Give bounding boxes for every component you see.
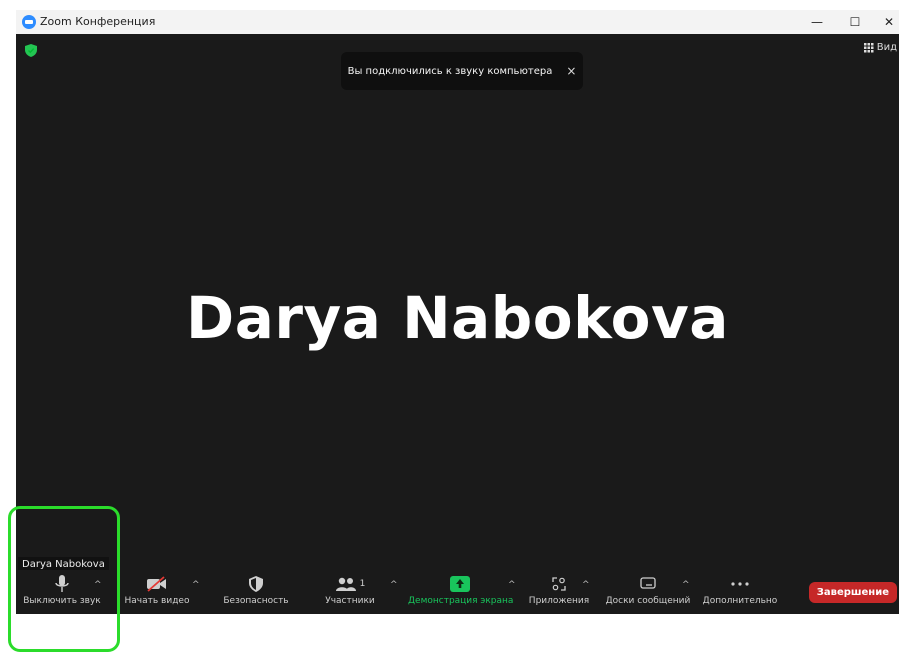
toast-close-button[interactable]: × [566, 64, 576, 78]
start-video-button[interactable]: Начать видео [122, 574, 192, 606]
share-screen-label: Демонстрация экрана [408, 596, 514, 606]
participants-button[interactable]: 1 Участники [320, 574, 380, 606]
participants-label: Участники [325, 596, 375, 606]
window-titlebar: Zoom Конференция — ☐ ✕ [16, 10, 899, 34]
close-button[interactable]: ✕ [868, 10, 899, 34]
apps-button[interactable]: Приложения [528, 574, 590, 606]
view-label: Вид [876, 42, 897, 53]
mute-label: Выключить звук [23, 596, 101, 606]
end-meeting-button[interactable]: Завершение [808, 582, 897, 603]
whiteboards-options-caret[interactable]: ^ [682, 580, 690, 590]
apps-icon [552, 577, 566, 591]
apps-label: Приложения [528, 596, 590, 606]
apps-options-caret[interactable]: ^ [582, 580, 590, 590]
video-options-caret[interactable]: ^ [192, 580, 200, 590]
share-screen-icon [450, 576, 470, 592]
meeting-toolbar: Выключить звук ^ Начать видео ^ Безопасн… [16, 570, 899, 614]
participant-name-display: Darya Nabokova [186, 284, 729, 352]
minimize-button[interactable]: — [796, 10, 838, 34]
audio-options-caret[interactable]: ^ [94, 580, 102, 590]
view-button[interactable]: Вид [863, 42, 897, 53]
more-label: Дополнительно [702, 596, 778, 606]
participants-icon [335, 577, 356, 591]
video-off-icon [147, 576, 166, 592]
whiteboard-icon [640, 577, 656, 589]
audio-connected-toast: Вы подключились к звуку компьютера × [341, 52, 583, 90]
participants-options-caret[interactable]: ^ [390, 580, 398, 590]
grid-icon [863, 42, 874, 52]
meeting-stage: Вид Вы подключились к звуку компьютера ×… [16, 34, 899, 580]
security-button[interactable]: Безопасность [214, 574, 298, 606]
start-video-label: Начать видео [124, 596, 190, 606]
mute-button[interactable]: Выключить звук [22, 574, 102, 606]
whiteboards-label: Доски сообщений [605, 596, 691, 606]
security-shield-icon [249, 576, 263, 592]
window-title: Zoom Конференция [40, 15, 156, 28]
more-dots-icon [731, 582, 749, 586]
toast-text: Вы подключились к звуку компьютера [347, 65, 553, 77]
microphone-icon [55, 575, 69, 592]
whiteboards-button[interactable]: Доски сообщений [602, 574, 694, 606]
security-label: Безопасность [223, 596, 289, 606]
zoom-logo-icon [22, 15, 36, 29]
share-screen-button[interactable]: Демонстрация экрана [408, 574, 514, 606]
more-button[interactable]: Дополнительно [702, 574, 778, 606]
encryption-shield-icon[interactable] [25, 44, 37, 57]
participants-count: 1 [359, 579, 366, 589]
share-options-caret[interactable]: ^ [508, 580, 516, 590]
